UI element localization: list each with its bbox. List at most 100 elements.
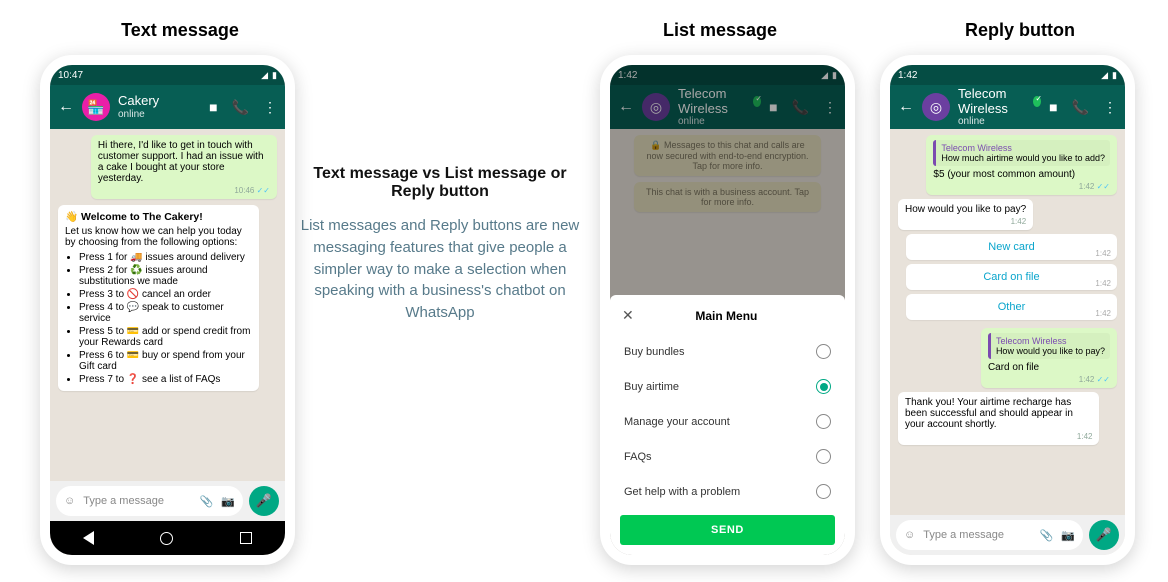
- video-call-icon[interactable]: ■: [209, 99, 217, 116]
- reply-button-label: Other: [998, 301, 1026, 313]
- android-nav-bar: [50, 521, 285, 555]
- reply-button-label: Card on file: [983, 271, 1039, 283]
- comparison-heading: Text message vs List message or Reply bu…: [300, 165, 580, 201]
- option-time: 1:42: [1095, 249, 1111, 258]
- radio-selected-icon: [816, 379, 831, 394]
- nav-back-icon[interactable]: [83, 531, 94, 545]
- contact-status: online: [118, 109, 201, 120]
- verified-badge-icon: [1033, 96, 1041, 107]
- status-bar: 10:47 ◢ ▮: [50, 65, 285, 85]
- list-option-label: Buy bundles: [624, 346, 685, 358]
- attach-icon[interactable]: 📎: [1040, 529, 1054, 542]
- avatar[interactable]: 🏪: [82, 93, 110, 121]
- business-welcome-message: 👋 Welcome to The Cakery! Let us know how…: [58, 205, 259, 391]
- read-receipt-icon: ✓✓: [257, 186, 270, 195]
- list-option[interactable]: Get help with a problem: [610, 474, 845, 509]
- camera-icon[interactable]: 📷: [221, 495, 235, 508]
- video-call-icon[interactable]: ■: [1049, 99, 1057, 116]
- contact-name: Cakery: [118, 94, 201, 108]
- sheet-title: Main Menu: [620, 309, 833, 323]
- title-reply-button: Reply button: [920, 20, 1120, 41]
- camera-icon[interactable]: 📷: [1061, 529, 1075, 542]
- emoji-icon[interactable]: ☺: [64, 495, 75, 507]
- mic-button[interactable]: 🎤: [1089, 520, 1119, 550]
- title-list-message: List message: [620, 20, 820, 41]
- battery-icon: ▮: [272, 70, 277, 81]
- welcome-title: 👋 Welcome to The Cakery!: [65, 210, 252, 223]
- welcome-body: Let us know how we can help you today by…: [65, 226, 252, 248]
- radio-icon: [816, 414, 831, 429]
- emoji-icon[interactable]: ☺: [904, 529, 915, 541]
- back-icon[interactable]: ←: [58, 98, 74, 116]
- user-reply: Telecom Wireless How much airtime would …: [926, 135, 1117, 195]
- status-time: 10:47: [58, 70, 83, 81]
- menu-option: Press 1 for 🚚 issues around delivery: [79, 252, 252, 263]
- battery-icon: ▮: [1112, 70, 1117, 81]
- message-input[interactable]: ☺ Type a message 📎 📷: [56, 486, 243, 516]
- avatar[interactable]: ◎: [922, 93, 950, 121]
- question-text: How would you like to pay?: [905, 204, 1026, 215]
- user-message: Hi there, I'd like to get in touch with …: [91, 135, 277, 199]
- radio-icon: [816, 344, 831, 359]
- list-option-label: FAQs: [624, 451, 652, 463]
- message-time: 1:42: [905, 217, 1026, 226]
- list-bottom-sheet: ✕ Main Menu Buy bundles Buy airtime Mana…: [610, 295, 845, 555]
- signal-icon: ◢: [261, 70, 268, 81]
- message-input-bar: ☺ Type a message 📎 📷 🎤: [890, 515, 1125, 555]
- menu-option: Press 7 to ❓ see a list of FAQs: [79, 374, 252, 385]
- user-reply: Telecom Wireless How would you like to p…: [981, 328, 1117, 388]
- list-option-label: Buy airtime: [624, 381, 679, 393]
- message-input[interactable]: ☺ Type a message 📎 📷: [896, 520, 1083, 550]
- menu-icon[interactable]: ⋮: [263, 99, 277, 116]
- quoted-sender: Telecom Wireless: [996, 336, 1105, 346]
- read-receipt-icon: ✓✓: [1097, 182, 1110, 191]
- radio-icon: [816, 484, 831, 499]
- reply-text: $5 (your most common amount): [933, 169, 1110, 180]
- radio-icon: [816, 449, 831, 464]
- list-option[interactable]: Buy airtime: [610, 369, 845, 404]
- menu-option: Press 2 for ♻️ issues around substitutio…: [79, 265, 252, 287]
- reply-button-option[interactable]: Other 1:42: [906, 294, 1117, 320]
- message-time: 1:42: [905, 432, 1092, 441]
- option-time: 1:42: [1095, 309, 1111, 318]
- nav-home-icon[interactable]: [160, 532, 173, 545]
- input-placeholder: Type a message: [923, 529, 1031, 541]
- chat-header: ← 🏪 Cakery online ■ 📞 ⋮: [50, 85, 285, 129]
- phone-reply-button: 1:42 ◢ ▮ ← ◎ Telecom Wireless online ■ 📞…: [880, 55, 1135, 565]
- input-placeholder: Type a message: [83, 495, 191, 507]
- user-message-text: Hi there, I'd like to get in touch with …: [98, 140, 270, 184]
- list-option[interactable]: FAQs: [610, 439, 845, 474]
- option-time: 1:42: [1095, 279, 1111, 288]
- list-option-label: Get help with a problem: [624, 486, 740, 498]
- send-button[interactable]: SEND: [620, 515, 835, 545]
- list-option[interactable]: Buy bundles: [610, 334, 845, 369]
- reply-button-option[interactable]: Card on file 1:42: [906, 264, 1117, 290]
- list-option[interactable]: Manage your account: [610, 404, 845, 439]
- comparison-block: Text message vs List message or Reply bu…: [300, 165, 580, 324]
- message-input-bar: ☺ Type a message 📎 📷 🎤: [50, 481, 285, 521]
- status-bar: 1:42 ◢ ▮: [890, 65, 1125, 85]
- reply-button-label: New card: [988, 241, 1034, 253]
- contact-status: online: [958, 116, 1041, 127]
- voice-call-icon[interactable]: 📞: [1072, 99, 1089, 116]
- business-question: How would you like to pay? 1:42: [898, 199, 1033, 230]
- quoted-sender: Telecom Wireless: [941, 143, 1105, 153]
- voice-call-icon[interactable]: 📞: [232, 99, 249, 116]
- business-confirmation: Thank you! Your airtime recharge has bee…: [898, 392, 1099, 445]
- nav-recent-icon[interactable]: [240, 532, 252, 544]
- back-icon[interactable]: ←: [898, 98, 914, 116]
- list-option-label: Manage your account: [624, 416, 730, 428]
- chat-header: ← ◎ Telecom Wireless online ■ 📞 ⋮: [890, 85, 1125, 129]
- reply-text: Card on file: [988, 362, 1110, 373]
- phone-text-message: 10:47 ◢ ▮ ← 🏪 Cakery online ■ 📞 ⋮ Hi the…: [40, 55, 295, 565]
- message-time: 1:42: [1079, 375, 1095, 384]
- status-time: 1:42: [898, 70, 917, 81]
- message-time: 10:46: [234, 186, 254, 195]
- signal-icon: ◢: [1101, 70, 1108, 81]
- reply-button-option[interactable]: New card 1:42: [906, 234, 1117, 260]
- mic-button[interactable]: 🎤: [249, 486, 279, 516]
- attach-icon[interactable]: 📎: [200, 495, 214, 508]
- title-text-message: Text message: [80, 20, 280, 41]
- menu-icon[interactable]: ⋮: [1103, 99, 1117, 116]
- quoted-text: How would you like to pay?: [996, 346, 1105, 356]
